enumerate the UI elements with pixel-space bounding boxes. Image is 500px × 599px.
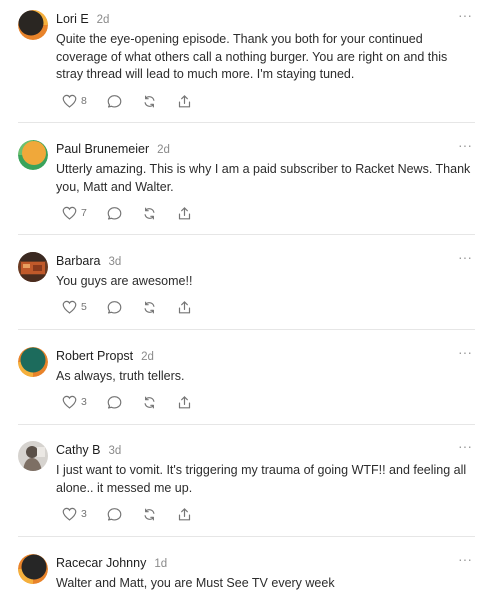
reply-bubble-icon: [107, 301, 122, 314]
reply-bubble-icon: [107, 95, 122, 108]
avatar[interactable]: [18, 441, 48, 471]
more-options-icon[interactable]: ···: [458, 551, 472, 567]
comment-timestamp: 3d: [108, 256, 122, 268]
reply-button[interactable]: [107, 94, 122, 108]
avatar[interactable]: [18, 140, 48, 170]
share-button[interactable]: [177, 507, 192, 522]
share-icon: [178, 395, 190, 408]
like-button[interactable]: 8: [62, 94, 87, 108]
heart-icon: [62, 300, 77, 314]
like-button[interactable]: 3: [62, 507, 87, 521]
more-options-icon[interactable]: ···: [458, 438, 472, 454]
heart-icon: [62, 94, 77, 108]
divider: [18, 122, 475, 123]
like-button[interactable]: 7: [62, 206, 87, 220]
restack-icon: [144, 95, 155, 107]
share-icon: [178, 507, 190, 520]
restack-button[interactable]: [142, 507, 157, 522]
like-button[interactable]: 5: [62, 300, 87, 314]
share-button[interactable]: [177, 206, 192, 221]
comment-text: Walter and Matt, you are Must See TV eve…: [56, 576, 335, 590]
comment-timestamp: 2d: [157, 144, 170, 156]
comment-timestamp: 3d: [108, 445, 122, 457]
reply-button[interactable]: [107, 507, 122, 521]
divider: [18, 234, 475, 235]
comment-text: Quite the eye-opening episode. Thank you…: [56, 32, 448, 82]
like-count: 8: [81, 95, 87, 107]
more-options-icon[interactable]: ···: [458, 7, 472, 23]
divider: [18, 329, 475, 330]
comment-author[interactable]: Paul Brunemeier 2d: [56, 142, 170, 156]
heart-icon: [62, 507, 77, 521]
comment-author[interactable]: Barbara 3d: [56, 254, 121, 268]
more-options-icon[interactable]: ···: [458, 137, 472, 153]
avatar[interactable]: [18, 347, 48, 377]
comment-text: Utterly amazing. This is why I am a paid…: [56, 162, 471, 194]
like-count: 7: [81, 207, 87, 219]
restack-icon: [144, 396, 155, 408]
divider: [18, 536, 475, 537]
reply-button[interactable]: [107, 300, 122, 314]
comment-actions: 3: [62, 393, 192, 411]
comment-timestamp: 1d: [154, 558, 168, 570]
restack-button[interactable]: [142, 94, 157, 109]
share-icon: [178, 94, 190, 107]
comment-text: You guys are awesome!!: [56, 274, 193, 288]
like-button[interactable]: 3: [62, 395, 87, 409]
restack-icon: [144, 508, 155, 520]
comment-actions: 3: [62, 505, 192, 523]
comment-text: As always, truth tellers.: [56, 369, 185, 383]
restack-button[interactable]: [142, 300, 157, 315]
comment-author[interactable]: Cathy B 3d: [56, 443, 121, 457]
comment-author[interactable]: Racecar Johnny 1d: [56, 556, 167, 570]
reply-button[interactable]: [107, 206, 122, 220]
heart-icon: [62, 206, 77, 220]
like-count: 5: [81, 301, 87, 313]
comment-actions: 5: [62, 298, 192, 316]
comment-author[interactable]: Lori E 2d: [56, 12, 109, 26]
avatar[interactable]: [18, 554, 48, 584]
comment-author[interactable]: Robert Propst 2d: [56, 349, 154, 363]
share-button[interactable]: [177, 94, 192, 109]
comment-timestamp: 2d: [96, 14, 110, 26]
more-options-icon[interactable]: ···: [458, 344, 472, 360]
restack-button[interactable]: [142, 206, 157, 221]
avatar[interactable]: [18, 10, 48, 40]
comment-timestamp: 2d: [141, 351, 154, 363]
share-icon: [178, 206, 190, 219]
more-options-icon[interactable]: ···: [458, 249, 472, 265]
reply-button[interactable]: [107, 395, 122, 409]
share-button[interactable]: [177, 395, 192, 410]
reply-bubble-icon: [107, 207, 122, 220]
comment-text: I just want to vomit. It's triggering my…: [56, 463, 467, 495]
like-count: 3: [81, 508, 87, 520]
like-count: 3: [81, 396, 87, 408]
avatar[interactable]: [18, 252, 48, 282]
restack-icon: [144, 301, 155, 313]
comment-actions: 7: [62, 204, 192, 222]
reply-bubble-icon: [107, 396, 122, 409]
comment-actions: 8: [62, 92, 192, 110]
restack-button[interactable]: [142, 395, 157, 410]
restack-icon: [144, 207, 155, 219]
heart-icon: [62, 395, 77, 409]
share-button[interactable]: [177, 300, 192, 315]
reply-bubble-icon: [107, 508, 122, 521]
divider: [18, 424, 475, 425]
share-icon: [178, 300, 190, 313]
